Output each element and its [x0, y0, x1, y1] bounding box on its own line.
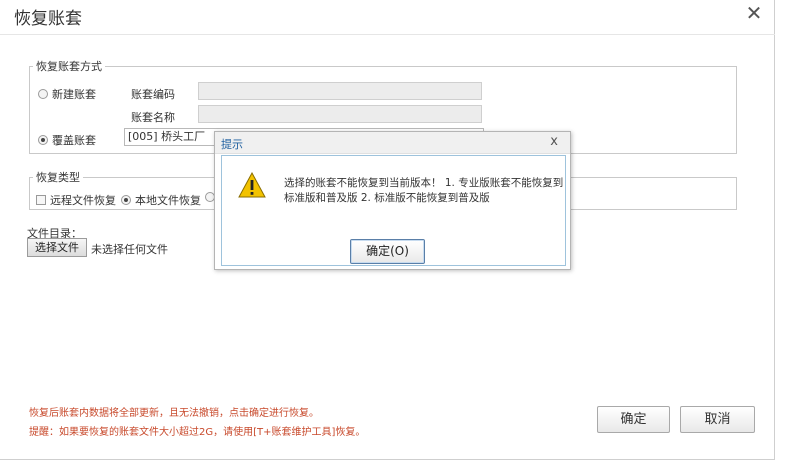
remote-restore-label: 远程文件恢复 — [50, 194, 116, 207]
account-code-label: 账套编码 — [131, 88, 175, 101]
close-icon[interactable]: ✕ — [744, 3, 764, 23]
account-name-label: 账套名称 — [131, 111, 175, 124]
no-file-selected-text: 未选择任何文件 — [91, 243, 168, 256]
local-restore-radio[interactable]: 本地文件恢复 — [121, 192, 201, 208]
new-account-label: 新建账套 — [52, 88, 96, 101]
overwrite-account-label: 覆盖账套 — [52, 134, 96, 147]
remote-restore-checkbox[interactable]: 远程文件恢复 — [36, 192, 116, 208]
account-code-field[interactable] — [198, 82, 482, 100]
restore-method-legend: 恢复账套方式 — [36, 60, 102, 73]
ok-button[interactable]: 确定 — [597, 406, 670, 433]
checkbox-box — [36, 195, 46, 205]
window-title: 恢复账套 — [14, 9, 82, 29]
restore-warning-note: 恢复后账套内数据将全部更新，且无法撤销，点击确定进行恢复。 — [29, 408, 319, 419]
alert-title: 提示 — [221, 138, 243, 151]
choose-file-button[interactable]: 选择文件 — [27, 238, 87, 257]
local-restore-label: 本地文件恢复 — [135, 194, 201, 207]
warning-icon — [238, 172, 266, 198]
alert-ok-button[interactable]: 确定(O) — [350, 239, 425, 264]
alert-body: 选择的账套不能恢复到当前版本！ 1. 专业版账套不能恢复到标准版和普及版 2. … — [221, 155, 566, 266]
title-divider — [0, 34, 775, 35]
cancel-button[interactable]: 取消 — [680, 406, 755, 433]
radio-circle — [38, 89, 48, 99]
overwrite-account-radio[interactable]: 覆盖账套 — [38, 132, 96, 148]
radio-circle-selected — [121, 195, 131, 205]
alert-close-icon[interactable]: x — [550, 134, 558, 149]
restore-type-legend: 恢复类型 — [36, 171, 80, 184]
account-name-field[interactable] — [198, 105, 482, 123]
alert-titlebar: 提示 x — [215, 132, 570, 154]
alert-message: 选择的账套不能恢复到当前版本！ 1. 专业版账套不能恢复到标准版和普及版 2. … — [284, 177, 564, 204]
radio-circle-selected — [38, 135, 48, 145]
size-reminder-note: 提醒：如果要恢复的账套文件大小超过2G，请使用[T+账套维护工具]恢复。 — [29, 427, 366, 438]
alert-dialog: 提示 x 选择的账套不能恢复到当前版本！ 1. 专业版账套不能恢复到标准版和普及… — [214, 131, 571, 270]
new-account-radio[interactable]: 新建账套 — [38, 86, 96, 102]
